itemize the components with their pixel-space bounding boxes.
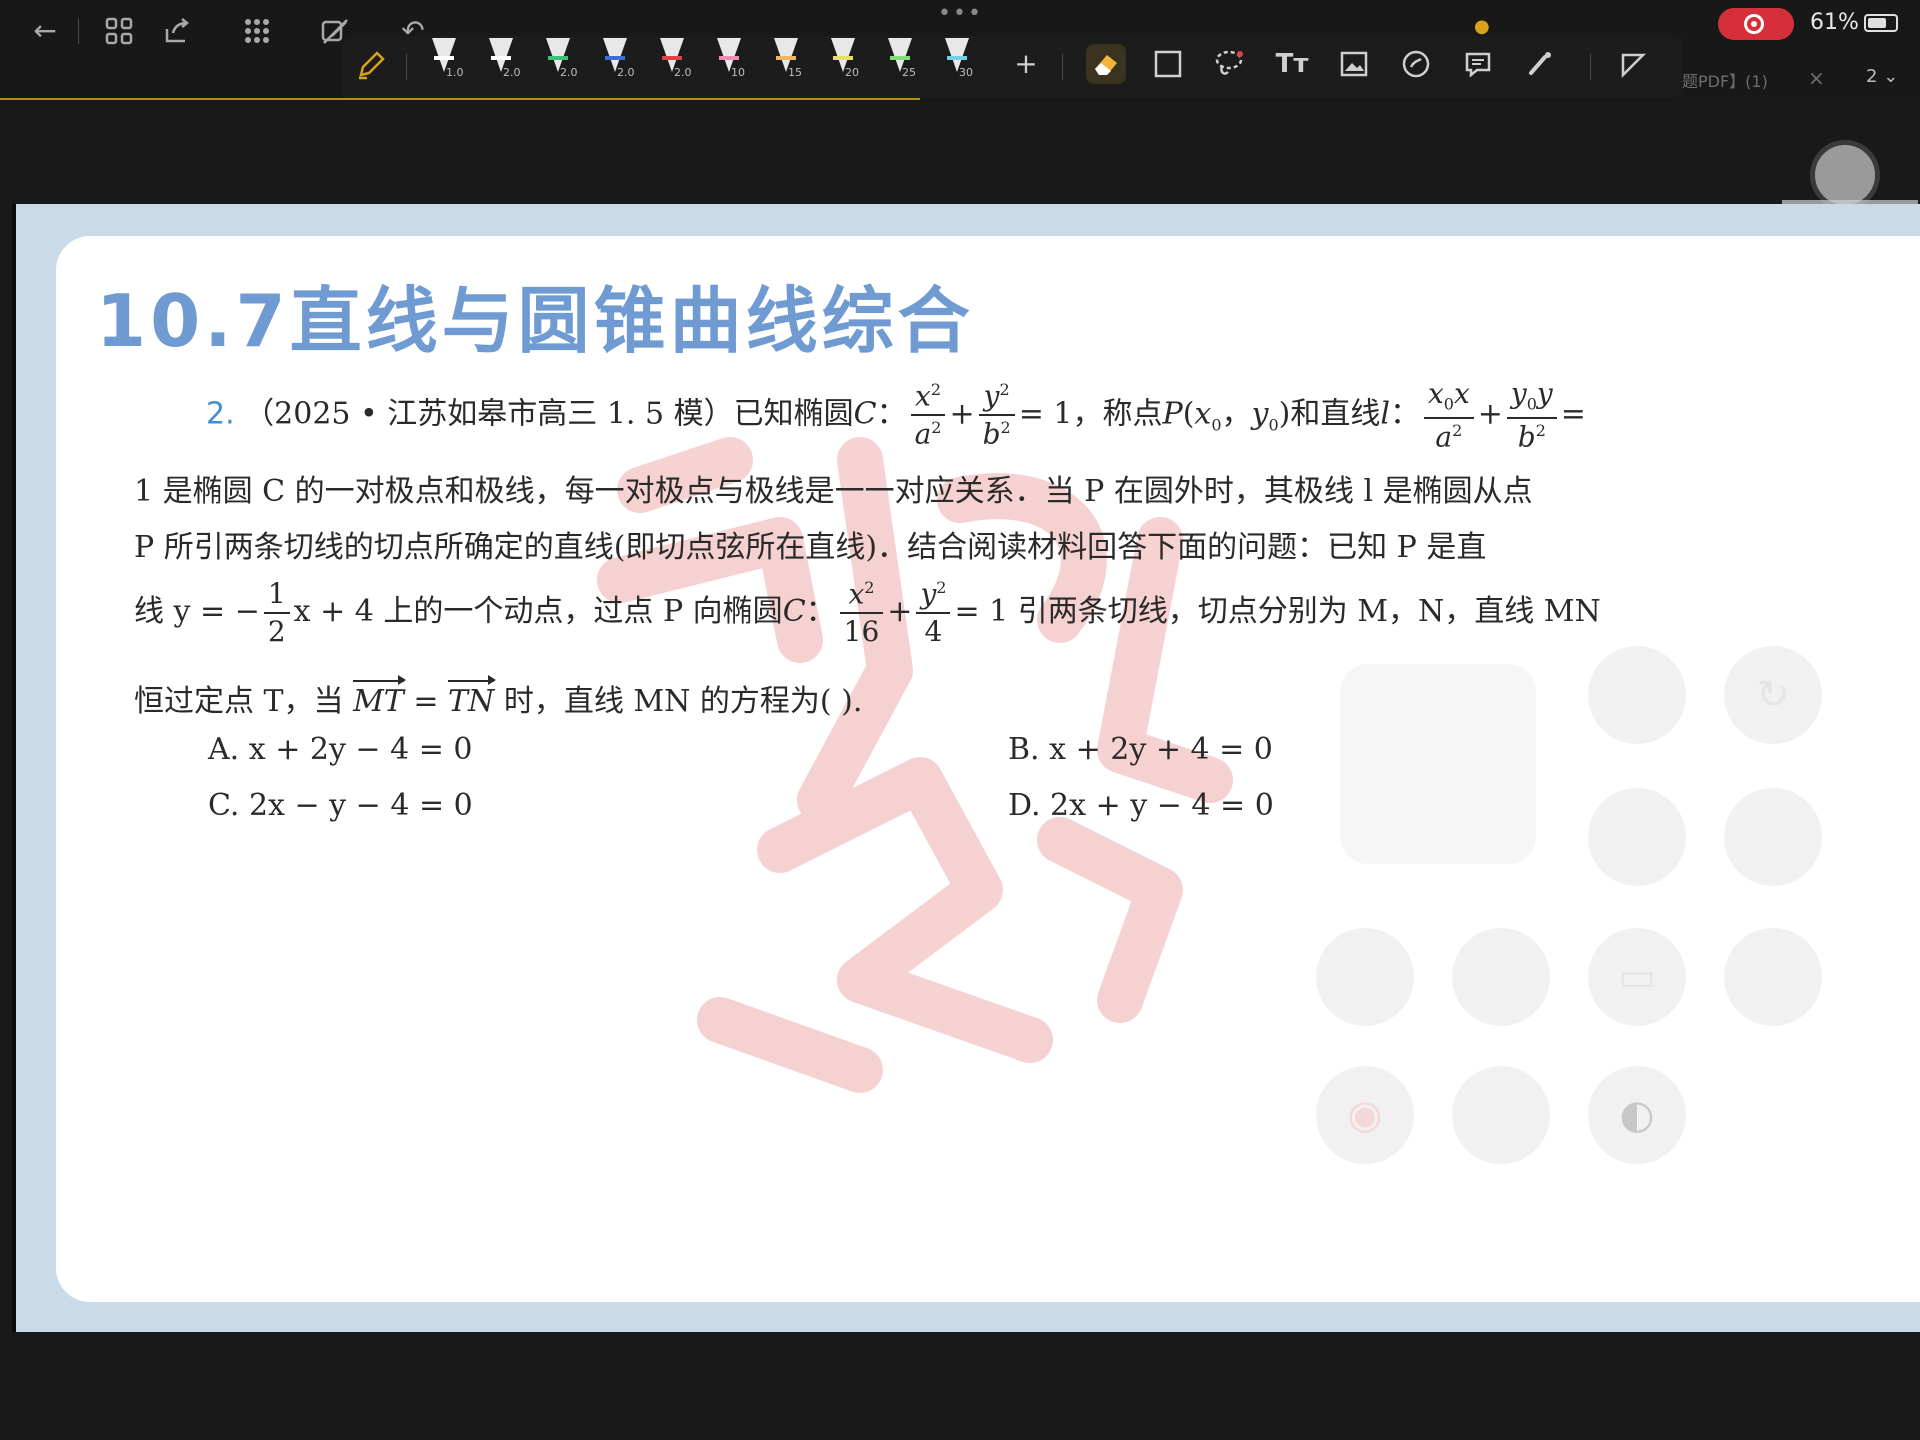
pen-color-swatch xyxy=(662,56,682,60)
section-title: 10.7直线与圆锥曲线综合 xyxy=(96,279,974,363)
question-line-3: P 所引两条切线的切点所确定的直线(即切点弦所在直线)．结合阅读材料回答下面的问… xyxy=(134,530,1487,565)
chevron-down-icon: ⌄ xyxy=(1883,66,1899,87)
pen-color-swatch xyxy=(890,56,910,60)
ghost-card xyxy=(1340,664,1536,864)
arrow-left-icon[interactable]: ← xyxy=(28,14,62,48)
pen-size-label: 10 xyxy=(731,66,745,79)
pen-size-label: 1.0 xyxy=(446,66,464,79)
ghost-button xyxy=(1724,928,1822,1026)
pen-color-swatch xyxy=(434,56,454,60)
comment-icon[interactable] xyxy=(1458,44,1498,84)
microphone-icon: ● xyxy=(1474,16,1490,37)
pen-preset[interactable]: 30 xyxy=(937,36,983,90)
toolbar-divider xyxy=(78,18,79,44)
pen-mode-icon[interactable] xyxy=(352,44,392,84)
question-line-1: 2. （2025 • 江苏如皋市高三 1. 5 模）已知椭圆C： x2 a2 + y2 b… xyxy=(206,377,1586,453)
rectangle-icon[interactable] xyxy=(1148,44,1188,84)
apps-icon[interactable] xyxy=(240,14,274,48)
pen-color-swatch xyxy=(491,56,511,60)
pen-toolbar: 1.0 2.0 2.0 2.0 2.0 10 15 20 25 30 + Tт xyxy=(342,36,1682,98)
pen-preset[interactable]: 2.0 xyxy=(595,36,641,90)
ghost-button: ◐ xyxy=(1588,1066,1686,1164)
toolbar-divider xyxy=(1062,54,1063,80)
pen-color-swatch xyxy=(605,56,625,60)
export-icon[interactable] xyxy=(160,14,194,48)
ghost-button xyxy=(1724,788,1822,886)
pen-color-swatch xyxy=(548,56,568,60)
option-d[interactable]: D. 2x + y − 4 = 0 xyxy=(1008,788,1274,823)
pen-preset[interactable]: 10 xyxy=(709,36,755,90)
page-number: 2 xyxy=(1866,66,1878,87)
pen-color-swatch xyxy=(947,56,967,60)
pen-preset[interactable]: 1.0 xyxy=(424,36,470,90)
question-line-5: 恒过定点 T，当 MT = TN 时，直线 MN 的方程为( ). xyxy=(134,675,863,719)
pen-size-label: 2.0 xyxy=(617,66,635,79)
pen-preset[interactable]: 25 xyxy=(880,36,926,90)
question-text: （2025 • 江苏如皋市高三 1. 5 模）已知椭圆 xyxy=(244,396,854,432)
pen-preset[interactable]: 2.0 xyxy=(538,36,584,90)
battery-icon xyxy=(1864,14,1898,32)
pen-size-label: 15 xyxy=(788,66,802,79)
sticker-icon[interactable] xyxy=(1396,44,1436,84)
add-pen-button[interactable]: + xyxy=(1006,44,1046,84)
ghost-button: ↻ xyxy=(1724,646,1822,744)
question-text: ，称点 xyxy=(1072,396,1163,432)
pen-size-label: 25 xyxy=(902,66,916,79)
lasso-icon[interactable] xyxy=(1210,44,1250,84)
pen-color-swatch xyxy=(719,56,739,60)
contrast-icon: ◐ xyxy=(1619,1092,1655,1138)
pen-color-swatch xyxy=(833,56,853,60)
ghost-button: ◉ xyxy=(1316,1066,1414,1164)
battery-percent: 61% xyxy=(1810,10,1859,35)
ghost-button xyxy=(1588,788,1686,886)
close-tab-icon[interactable]: × xyxy=(1808,66,1825,90)
ghost-button: ▭ xyxy=(1588,928,1686,1026)
pen-preset[interactable]: 2.0 xyxy=(481,36,527,90)
pen-size-label: 2.0 xyxy=(503,66,521,79)
option-b[interactable]: B. x + 2y + 4 = 0 xyxy=(1008,732,1273,767)
question-line-4: 线 y = −1 2 x + 4 上的一个动点，过点 P 向椭圆C： x2 16 + y2 4… xyxy=(134,577,1601,649)
app-top-bar: ← ↶ ••• ● 61% 题PDF】(1) × 2 ⌄ 1.0 2.0 2.0 2.… xyxy=(0,0,1920,100)
pen-size-label: 30 xyxy=(959,66,973,79)
option-a[interactable]: A. x + 2y − 4 = 0 xyxy=(208,732,473,767)
pen-size-label: 2.0 xyxy=(560,66,578,79)
ghost-button xyxy=(1452,928,1550,1026)
grid-icon[interactable] xyxy=(102,14,136,48)
toolbar-divider xyxy=(406,54,407,80)
shape-icon[interactable] xyxy=(1614,44,1654,84)
question-text: = 1 引两条切线，切点分别为 M，N，直线 MN xyxy=(954,594,1601,630)
ghost-button xyxy=(1588,646,1686,744)
page-number-selector[interactable]: 2 ⌄ xyxy=(1866,66,1898,87)
refresh-icon: ↻ xyxy=(1756,672,1790,718)
eraser-icon[interactable] xyxy=(1086,44,1126,84)
pen-preset[interactable]: 15 xyxy=(766,36,812,90)
pen-preset[interactable]: 20 xyxy=(823,36,869,90)
pen-color-swatch xyxy=(776,56,796,60)
battery-saver-icon: ▭ xyxy=(1618,954,1656,1000)
ghost-button xyxy=(1316,928,1414,1026)
pen-size-label: 2.0 xyxy=(674,66,692,79)
laser-pointer-icon[interactable] xyxy=(1520,44,1560,84)
pen-preset[interactable]: 2.0 xyxy=(652,36,698,90)
text-icon[interactable]: Tт xyxy=(1272,44,1312,84)
option-c[interactable]: C. 2x − y − 4 = 0 xyxy=(208,788,473,823)
drag-handle-dots[interactable]: ••• xyxy=(938,3,984,25)
question-text: 线 y = − xyxy=(134,594,260,630)
question-number: 2. xyxy=(206,396,235,432)
screen-record-indicator[interactable] xyxy=(1718,8,1794,40)
record-icon: ◉ xyxy=(1347,1092,1383,1138)
question-text: 和直线 xyxy=(1290,396,1381,432)
toolbar-divider xyxy=(1590,54,1591,80)
pen-size-label: 20 xyxy=(845,66,859,79)
document-tab-title[interactable]: 题PDF】(1) xyxy=(1682,68,1768,92)
question-text: x + 4 上的一个动点，过点 P 向椭圆 xyxy=(293,594,783,630)
record-icon xyxy=(1744,14,1764,34)
question-text: 恒过定点 T，当 xyxy=(134,684,344,719)
image-icon[interactable] xyxy=(1334,44,1374,84)
question-line-2: 1 是椭圆 C 的一对极点和极线，每一对极点与极线是一一对应关系．当 P 在圆外… xyxy=(134,474,1533,509)
question-text: 时，直线 MN 的方程为( ). xyxy=(503,684,863,719)
ghost-button xyxy=(1452,1066,1550,1164)
